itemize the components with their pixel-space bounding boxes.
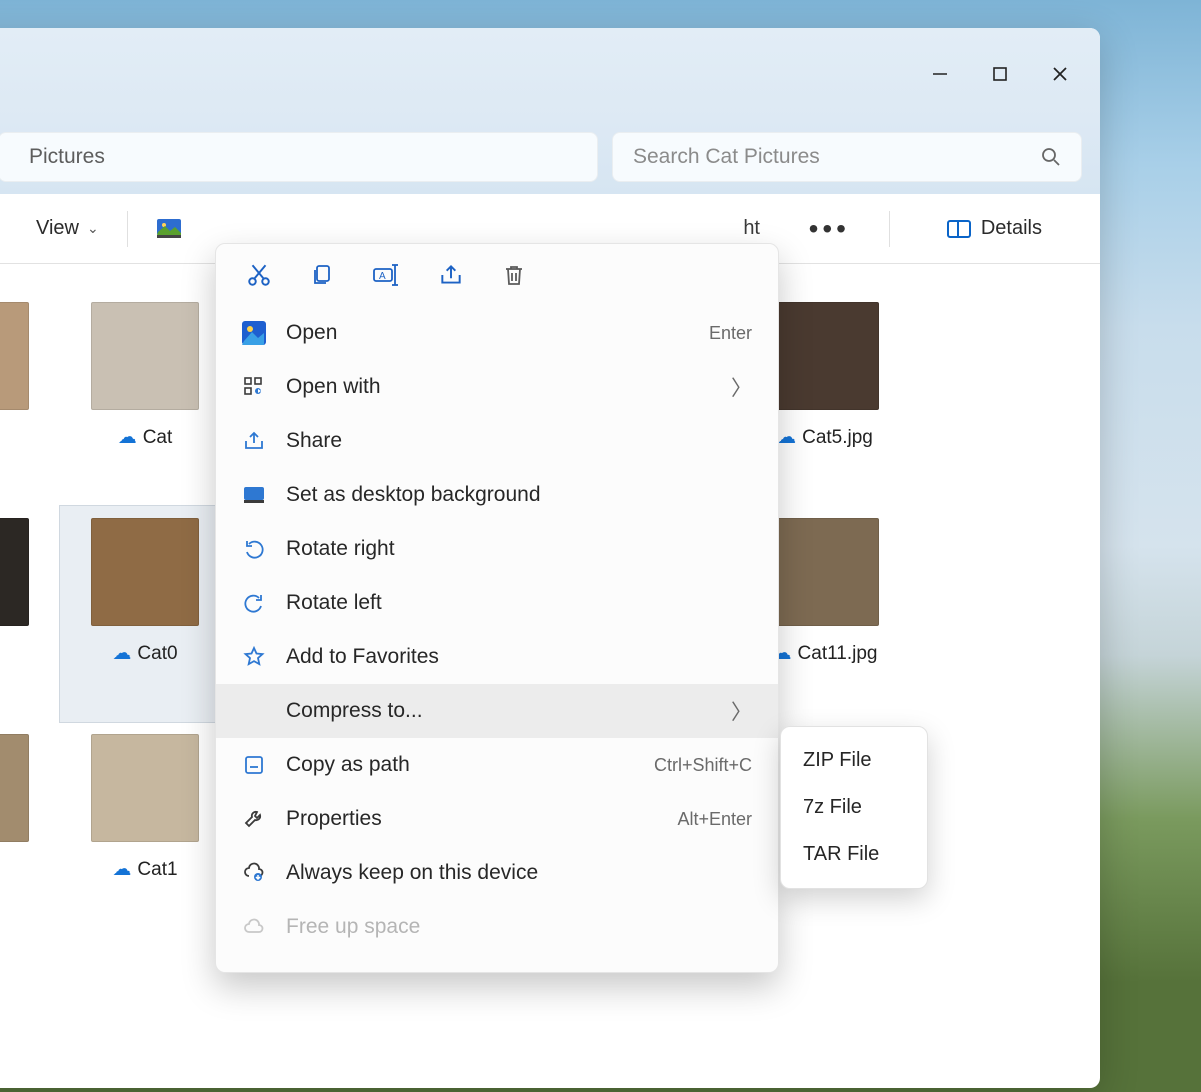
menu-label: Always keep on this device: [286, 861, 752, 885]
menu-label: Properties: [286, 807, 677, 831]
close-button[interactable]: [1030, 49, 1090, 99]
photos-icon: [238, 321, 270, 345]
star-icon: [238, 646, 270, 668]
menu-set-background[interactable]: Set as desktop background: [216, 468, 778, 522]
menu-share[interactable]: Share: [216, 414, 778, 468]
submenu-label: TAR File: [803, 843, 879, 865]
file-thumbnail[interactable]: og: [0, 722, 60, 938]
file-thumbnail[interactable]: g: [0, 506, 60, 722]
share-icon[interactable]: [438, 262, 464, 288]
copy-path-icon: [238, 754, 270, 776]
menu-rotate-left[interactable]: Rotate left: [216, 576, 778, 630]
menu-compress[interactable]: Compress to... 〉: [216, 684, 778, 738]
file-name: Cat: [143, 427, 173, 449]
menu-rotate-right[interactable]: Rotate right: [216, 522, 778, 576]
file-name: Cat0: [137, 643, 177, 665]
menu-copy-path[interactable]: Copy as path Ctrl+Shift+C: [216, 738, 778, 792]
cut-icon[interactable]: [246, 262, 272, 288]
cloud-download-icon: [238, 862, 270, 884]
menu-open-with[interactable]: Open with 〉: [216, 360, 778, 414]
menu-label: Set as desktop background: [286, 483, 752, 507]
partial-toolbar-text: ht: [743, 217, 760, 240]
submenu-7z[interactable]: 7z File: [781, 784, 927, 831]
submenu-zip[interactable]: ZIP File: [781, 737, 927, 784]
compress-submenu: ZIP File 7z File TAR File: [780, 726, 928, 889]
delete-icon[interactable]: [502, 262, 526, 288]
search-placeholder: Search Cat Pictures: [633, 145, 820, 169]
menu-open[interactable]: Open Enter: [216, 306, 778, 360]
chevron-right-icon: 〉: [731, 372, 752, 402]
menu-free-up-space: Free up space: [216, 900, 778, 954]
copy-icon[interactable]: [310, 262, 334, 288]
desktop-icon: [238, 485, 270, 505]
submenu-label: 7z File: [803, 796, 862, 818]
more-button[interactable]: •••: [809, 213, 850, 245]
address-text: Pictures: [29, 145, 105, 169]
chevron-down-icon: ⌄: [87, 220, 99, 237]
submenu-tar[interactable]: TAR File: [781, 831, 927, 878]
rename-icon[interactable]: A: [372, 262, 400, 288]
chevron-right-icon: 〉: [731, 696, 752, 726]
menu-label: Add to Favorites: [286, 645, 752, 669]
file-thumbnail[interactable]: g: [0, 290, 60, 506]
menu-label: Free up space: [286, 915, 752, 939]
details-label: Details: [981, 217, 1042, 240]
file-name: Cat5.jpg: [802, 427, 873, 449]
details-view-button[interactable]: Details: [947, 217, 1042, 240]
cloud-icon: ☁: [777, 426, 796, 449]
open-with-icon: [238, 376, 270, 398]
context-menu: A Open Enter Open with 〉 Share Set as de…: [215, 243, 779, 973]
details-icon: [947, 220, 971, 238]
context-quick-actions: A: [216, 256, 778, 306]
menu-always-keep[interactable]: Always keep on this device: [216, 846, 778, 900]
minimize-button[interactable]: [910, 49, 970, 99]
view-label: View: [36, 217, 79, 240]
rotate-right-icon: [238, 538, 270, 560]
menu-label: Rotate left: [286, 591, 752, 615]
titlebar: [0, 28, 1100, 120]
image-tool-button[interactable]: [156, 218, 182, 240]
maximize-button[interactable]: [970, 49, 1030, 99]
addressbar-row: Pictures Search Cat Pictures: [0, 120, 1100, 194]
rotate-left-icon: [238, 592, 270, 614]
cloud-icon: ☁: [112, 642, 131, 665]
menu-label: Share: [286, 429, 752, 453]
menu-label: Copy as path: [286, 753, 654, 777]
search-box[interactable]: Search Cat Pictures: [612, 132, 1082, 182]
file-thumbnail[interactable]: ☁ Cat1: [60, 722, 230, 938]
cloud-icon: ☁: [112, 858, 131, 881]
menu-label: Open with: [286, 375, 731, 399]
menu-label: Open: [286, 321, 709, 345]
cloud-icon: ☁: [118, 426, 137, 449]
menu-shortcut: Ctrl+Shift+C: [654, 755, 752, 776]
menu-properties[interactable]: Properties Alt+Enter: [216, 792, 778, 846]
cloud-icon: [238, 918, 270, 936]
view-dropdown[interactable]: View ⌄: [36, 217, 99, 240]
toolbar-separator: [889, 211, 890, 247]
file-name: Cat1: [137, 859, 177, 881]
file-thumbnail[interactable]: ☁ Cat0: [60, 506, 230, 722]
toolbar-separator: [127, 211, 128, 247]
menu-label: Compress to...: [286, 699, 731, 723]
menu-shortcut: Enter: [709, 323, 752, 344]
file-thumbnail[interactable]: ☁ Cat: [60, 290, 230, 506]
menu-add-favorites[interactable]: Add to Favorites: [216, 630, 778, 684]
search-icon: [1041, 147, 1061, 167]
submenu-label: ZIP File: [803, 749, 872, 771]
svg-text:A: A: [379, 271, 386, 282]
file-name: Cat11.jpg: [798, 643, 878, 665]
address-bar[interactable]: Pictures: [0, 132, 598, 182]
share-icon: [238, 430, 270, 452]
menu-shortcut: Alt+Enter: [677, 809, 752, 830]
menu-label: Rotate right: [286, 537, 752, 561]
wrench-icon: [238, 808, 270, 830]
